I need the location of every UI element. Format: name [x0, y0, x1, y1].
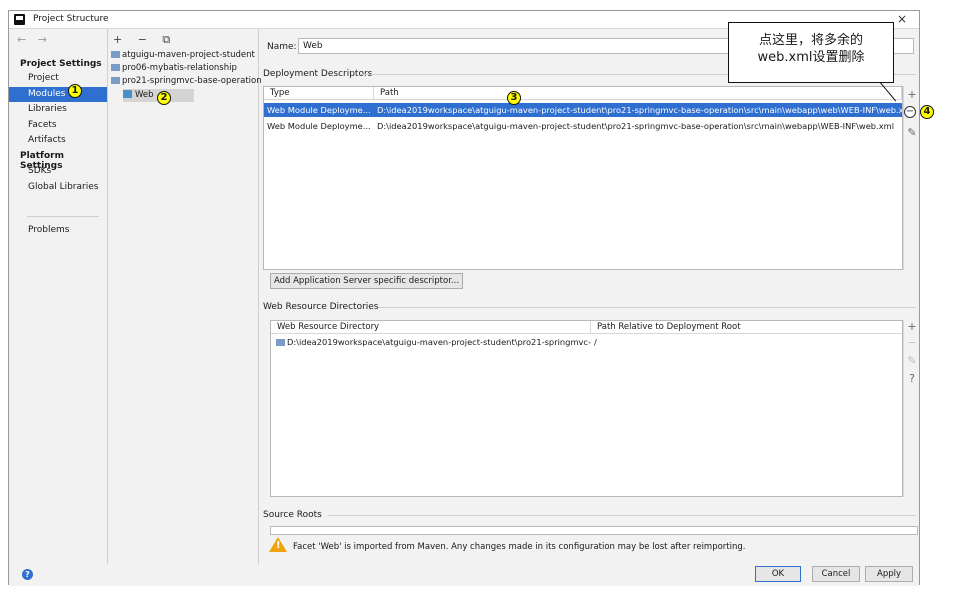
- column-header-type[interactable]: Type: [264, 87, 374, 100]
- descriptor-type: Web Module Deployme...: [267, 105, 371, 115]
- source-roots-list[interactable]: [270, 526, 918, 535]
- table-header: Type Path: [264, 87, 902, 100]
- step-badge-3: 3: [507, 91, 521, 105]
- sidebar-item-modules[interactable]: Modules: [9, 87, 107, 102]
- help-icon[interactable]: ?: [22, 569, 33, 580]
- module-folder-icon: [111, 77, 120, 84]
- window-title: Project Structure: [33, 14, 109, 24]
- column-header-web-resource-directory[interactable]: Web Resource Directory: [271, 321, 591, 334]
- remove-icon[interactable]: −: [904, 336, 920, 349]
- sidebar-divider: [27, 216, 99, 217]
- tree-item-module[interactable]: atguigu-maven-project-student: [111, 49, 255, 62]
- table-row[interactable]: Web Module Deployme... D:\idea2019worksp…: [264, 119, 902, 133]
- deployment-descriptors-table: Type Path Web Module Deployme... D:\idea…: [263, 86, 903, 270]
- sidebar-item-project[interactable]: Project: [9, 71, 107, 86]
- callout-line-1: 点这里，将多余的: [758, 33, 863, 48]
- descriptor-path: D:\idea2019workspace\atguigu-maven-proje…: [377, 121, 894, 131]
- sidebar-item-sdks[interactable]: SDKs: [9, 164, 107, 179]
- tree-toolbar[interactable]: + − ⧉: [113, 33, 176, 47]
- sidebar-item-global-libraries[interactable]: Global Libraries: [9, 180, 107, 195]
- step-badge-1: 1: [68, 84, 82, 98]
- annotation-callout: 点这里，将多余的 web.xml设置删除: [728, 22, 894, 83]
- descriptor-type: Web Module Deployme...: [267, 121, 371, 131]
- settings-sidebar: ← → Project Settings Project Modules Lib…: [9, 29, 108, 564]
- intellij-app-icon: [14, 14, 25, 25]
- sidebar-item-problems[interactable]: Problems: [9, 223, 107, 238]
- dialog-footer: ? OK Cancel Apply: [9, 564, 919, 586]
- group-divider: [378, 307, 916, 308]
- add-icon[interactable]: +: [904, 320, 920, 333]
- add-server-descriptor-button[interactable]: Add Application Server specific descript…: [270, 273, 463, 289]
- table-header: Web Resource Directory Path Relative to …: [271, 321, 902, 334]
- cancel-button[interactable]: Cancel: [812, 566, 860, 582]
- apply-button[interactable]: Apply: [865, 566, 913, 582]
- sidebar-item-artifacts[interactable]: Artifacts: [9, 133, 107, 148]
- facet-settings-panel: Name: Web Deployment Descriptors Type Pa…: [260, 29, 920, 564]
- project-structure-dialog: Project Structure × ← → Project Settings…: [8, 10, 920, 586]
- name-label: Name:: [267, 42, 297, 52]
- web-resource-toolbar: + − ✎ ?: [903, 320, 919, 497]
- edit-icon[interactable]: ✎: [904, 354, 920, 367]
- folder-icon: [276, 339, 285, 346]
- web-resource-table: Web Resource Directory Path Relative to …: [270, 320, 903, 497]
- deployment-descriptors-title: Deployment Descriptors: [263, 69, 373, 79]
- sidebar-item-libraries[interactable]: Libraries: [9, 102, 107, 117]
- column-header-path[interactable]: Path: [374, 87, 902, 100]
- web-resource-directories-title: Web Resource Directories: [263, 302, 379, 312]
- module-tree: + − ⧉ atguigu-maven-project-student pro0…: [109, 29, 262, 564]
- ok-button[interactable]: OK: [755, 566, 801, 582]
- edit-icon[interactable]: ✎: [904, 126, 920, 139]
- group-divider: [328, 515, 916, 516]
- relative-path-cell: /: [594, 337, 597, 347]
- back-forward-icon[interactable]: ← →: [17, 33, 51, 46]
- tree-item-module[interactable]: pro06-mybatis-relationship: [111, 62, 237, 75]
- tree-item-module[interactable]: pro21-springmvc-base-operation: [111, 75, 262, 88]
- sidebar-item-facets[interactable]: Facets: [9, 118, 107, 133]
- callout-line-2: web.xml设置删除: [757, 50, 865, 65]
- web-facet-icon: [123, 90, 132, 98]
- table-row[interactable]: D:\idea2019workspace\atguigu-maven-proje…: [271, 335, 902, 349]
- remove-descriptor-icon[interactable]: −: [904, 106, 916, 118]
- warning-icon: [269, 537, 287, 552]
- web-resource-directory-cell: D:\idea2019workspace\atguigu-maven-proje…: [273, 335, 591, 349]
- warning-text: Facet 'Web' is imported from Maven. Any …: [293, 542, 746, 552]
- step-badge-4: 4: [920, 105, 934, 119]
- close-icon[interactable]: ×: [897, 12, 907, 26]
- help-icon[interactable]: ?: [904, 372, 920, 385]
- section-project-settings: Project Settings: [20, 59, 102, 69]
- add-icon[interactable]: +: [904, 88, 920, 101]
- source-roots-title: Source Roots: [263, 510, 322, 520]
- step-badge-2: 2: [157, 91, 171, 105]
- module-folder-icon: [111, 64, 120, 71]
- column-header-relative-path[interactable]: Path Relative to Deployment Root: [591, 321, 902, 334]
- descriptor-path: D:\idea2019workspace\atguigu-maven-proje…: [377, 105, 902, 115]
- table-row[interactable]: Web Module Deployme... D:\idea2019worksp…: [264, 103, 902, 117]
- module-folder-icon: [111, 51, 120, 58]
